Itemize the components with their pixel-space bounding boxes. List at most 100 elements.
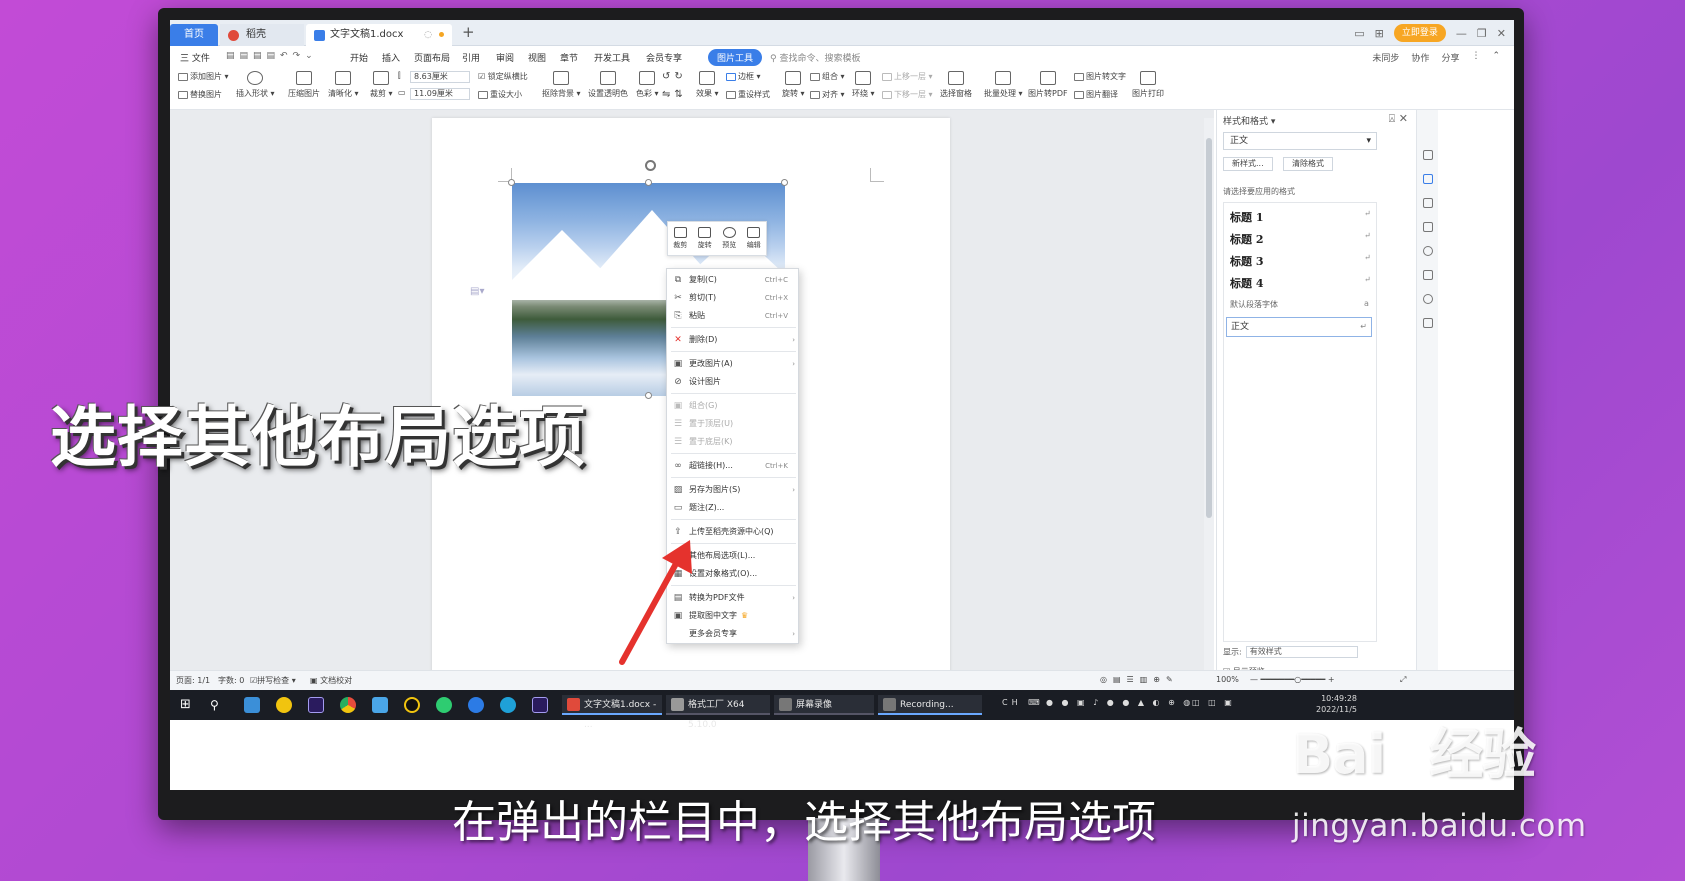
menu-view[interactable]: 视图 — [528, 51, 546, 64]
sync-button[interactable]: 未同步 — [1372, 51, 1399, 64]
lock-ratio-checkbox[interactable]: ☑ 锁定纵横比 — [478, 71, 528, 82]
wrap-button[interactable]: 环绕 ▾ — [852, 71, 875, 99]
to-text-button[interactable]: 图片转文字 — [1074, 71, 1126, 82]
view-mode-icons[interactable]: ◎▤☰▥⊕✎ — [1100, 675, 1179, 684]
tray-extra-icons[interactable]: ◫ ◫ ▣ — [1192, 698, 1235, 707]
move-up-button[interactable]: 上移一层 ▾ — [882, 71, 933, 82]
menu-reference[interactable]: 引用 — [462, 51, 480, 64]
pin-icon[interactable]: ⍓ — [1389, 112, 1396, 125]
move-down-button[interactable]: 下移一层 ▾ — [882, 89, 933, 100]
set-transparent-button[interactable]: 设置透明色 — [588, 71, 628, 99]
collab-button[interactable]: 协作 — [1411, 51, 1429, 64]
photos-app-icon[interactable] — [244, 697, 260, 713]
reset-style-button[interactable]: 重设样式 — [726, 89, 770, 100]
style-default-font[interactable]: 默认段落字体 a — [1230, 299, 1369, 310]
print-image-button[interactable]: 图片打印 — [1132, 71, 1164, 99]
quick-access-icons[interactable]: ▤▤▤▤↶↷⌄ — [226, 51, 318, 61]
search-icon[interactable]: ⚲ — [210, 697, 226, 713]
align-button[interactable]: 对齐 ▾ — [810, 89, 845, 100]
share-button[interactable]: 分享 — [1441, 51, 1459, 64]
login-button[interactable]: 立即登录 — [1393, 24, 1446, 42]
batch-button[interactable]: 批量处理 ▾ — [984, 71, 1023, 99]
resize-handle[interactable] — [508, 179, 515, 186]
quick-preview-button[interactable]: 预览 — [722, 227, 736, 250]
windows-start-icon[interactable]: ⊞ — [180, 697, 196, 713]
taskbar-app-recording[interactable]: Recording... — [878, 695, 982, 715]
chrome-icon[interactable] — [340, 697, 356, 713]
document-scrollbar[interactable] — [1204, 118, 1214, 670]
zoom-slider[interactable]: — ━━━━━━━○━━━━━ + — [1250, 675, 1335, 684]
rotate-button[interactable]: 旋转 ▾ — [782, 71, 805, 99]
wechat-icon[interactable] — [436, 697, 452, 713]
ctx-design-image[interactable]: ⊘ 设计图片 — [667, 373, 800, 391]
translate-button[interactable]: 图片翻译 — [1074, 89, 1118, 100]
new-style-button[interactable]: 新样式... — [1223, 157, 1273, 171]
to-pdf-button[interactable]: 图片转PDF — [1028, 71, 1068, 99]
app-icon[interactable] — [372, 697, 388, 713]
ctx-copy[interactable]: ⧉ 复制(C) Ctrl+C — [667, 271, 800, 289]
quick-rotate-button[interactable]: 旋转 — [698, 227, 712, 250]
style-brush-icon[interactable] — [1423, 150, 1433, 160]
grid-icon[interactable]: ⊞ — [1375, 27, 1384, 40]
pen-icon[interactable] — [1423, 174, 1433, 184]
color-button[interactable]: 色彩 ▾ — [636, 71, 659, 99]
tab-document[interactable]: 文字文稿1.docx ◌ — [306, 24, 452, 46]
border-button[interactable]: 边框 ▾ — [726, 71, 761, 82]
remove-bg-button[interactable]: 抠除背景 ▾ — [542, 71, 581, 99]
book-icon[interactable] — [1423, 318, 1433, 328]
height-input[interactable]: 11.09厘米 — [410, 88, 470, 100]
rotate-buttons-icon[interactable]: ↺↻ — [662, 71, 687, 82]
quick-crop-button[interactable]: 裁剪 — [673, 227, 687, 250]
fullscreen-icon[interactable]: ⤢ — [1400, 675, 1406, 685]
command-search[interactable]: ⚲ 查找命令、搜索模板 — [770, 51, 860, 64]
tab-home[interactable]: 首页 — [170, 24, 218, 46]
style-heading-1[interactable]: 标题 1 ↵ — [1230, 209, 1371, 225]
premiere-icon[interactable] — [532, 697, 548, 713]
menu-review[interactable]: 审阅 — [496, 51, 514, 64]
style-heading-3[interactable]: 标题 3 ↵ — [1230, 253, 1371, 269]
clock[interactable]: 10:49:28 2022/11/5 — [1316, 693, 1357, 715]
panel-pin-close[interactable]: ⍓ ✕ — [1389, 112, 1408, 126]
clarify-button[interactable]: 清晰化 ▾ — [328, 71, 359, 99]
ctx-hyperlink[interactable]: ∞ 超链接(H)... Ctrl+K — [667, 457, 800, 475]
resize-handle[interactable] — [645, 392, 652, 399]
taskbar-app-screen-recorder[interactable]: 屏幕录像 — [774, 695, 874, 715]
file-menu[interactable]: 三 文件 — [180, 51, 210, 64]
effects-button[interactable]: 效果 ▾ — [696, 71, 719, 99]
menu-chapter[interactable]: 章节 — [560, 51, 578, 64]
backup-icon[interactable] — [1423, 270, 1433, 280]
insert-shape-button[interactable]: 插入形状 ▾ — [236, 71, 275, 99]
ctx-send-back[interactable]: ☰ 置于底层(K) — [667, 433, 800, 451]
reset-size-button[interactable]: 重设大小 — [478, 89, 522, 100]
layout-icon[interactable]: ▭ — [1354, 27, 1364, 40]
app-icon[interactable] — [276, 697, 292, 713]
style-heading-2[interactable]: 标题 2 ↵ — [1230, 231, 1371, 247]
help-icon[interactable] — [1423, 246, 1433, 256]
show-styles-select[interactable]: 有效样式 — [1245, 646, 1358, 658]
add-image-button[interactable]: 添加图片 ▾ — [178, 71, 229, 82]
current-style-select[interactable]: 正文 ▾ — [1223, 132, 1377, 150]
rotate-handle-icon[interactable] — [645, 160, 656, 171]
menu-developer[interactable]: 开发工具 — [594, 51, 630, 64]
tab-pin-icon[interactable]: ◌ — [424, 24, 432, 46]
more-icon[interactable]: ⋮ — [1471, 51, 1480, 64]
crop-button[interactable]: 裁剪 ▾ — [370, 71, 393, 99]
new-tab-button[interactable]: + — [462, 23, 475, 41]
quick-edit-button[interactable]: 编辑 — [747, 227, 761, 250]
ctx-delete[interactable]: ✕ 删除(D) › — [667, 331, 800, 349]
group-button[interactable]: 组合 ▾ — [810, 71, 845, 82]
ie-icon[interactable] — [468, 697, 484, 713]
style-body-selected[interactable]: 正文 ↵ — [1226, 317, 1372, 337]
sliders-icon[interactable] — [1423, 222, 1433, 232]
scrollbar-thumb[interactable] — [1206, 138, 1212, 518]
compress-button[interactable]: 压缩图片 — [288, 71, 320, 99]
ctx-save-as-image[interactable]: ▨ 另存为图片(S) › — [667, 481, 800, 499]
zoom-level[interactable]: 100% — [1216, 675, 1239, 684]
minimize-icon[interactable]: — — [1456, 27, 1467, 40]
selection-pane-button[interactable]: 选择窗格 — [940, 71, 972, 99]
input-method-icon[interactable]: CH ⌨ — [1002, 698, 1044, 707]
menu-picture-tools[interactable]: 图片工具 — [708, 49, 763, 66]
edge-icon[interactable] — [500, 697, 516, 713]
ctx-cut[interactable]: ✂ 剪切(T) Ctrl+X — [667, 289, 800, 307]
resize-handle[interactable] — [645, 179, 652, 186]
